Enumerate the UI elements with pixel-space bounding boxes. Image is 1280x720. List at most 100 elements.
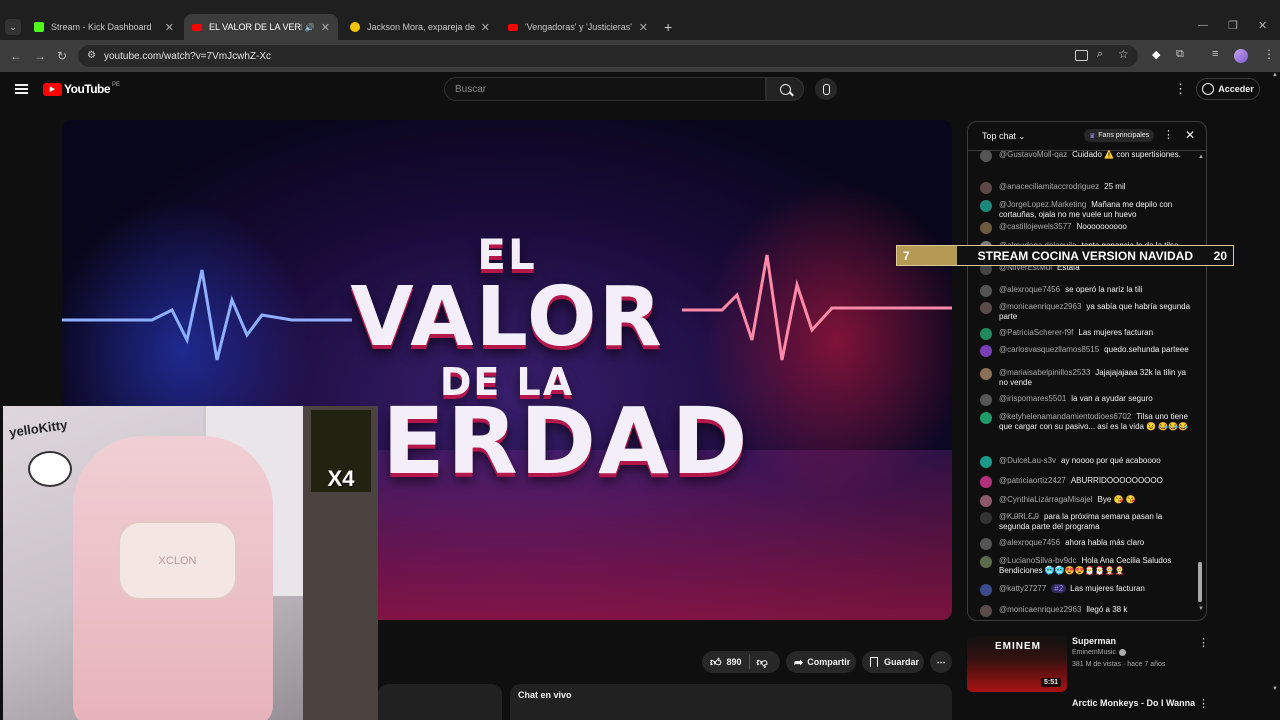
profile-avatar[interactable] bbox=[1234, 49, 1248, 63]
install-app-icon[interactable] bbox=[1075, 50, 1088, 61]
search-button[interactable] bbox=[766, 77, 804, 101]
chat-author[interactable]: @alexroque7456 bbox=[999, 285, 1060, 294]
reload-icon[interactable]: ↻ bbox=[57, 49, 67, 63]
speaker-icon[interactable]: 🔊 bbox=[305, 23, 315, 32]
tab-el-valor-de-la-verdad[interactable]: EL VALOR DE LA VERDAD D 🔊 ✕ bbox=[184, 14, 338, 40]
next-suggested-menu-icon[interactable]: ⋮ bbox=[1198, 697, 1209, 710]
chat-message[interactable]: @GustavoMoll-qaz Cuidado ⚠️ con supertisi… bbox=[980, 150, 1192, 162]
browser-menu-icon[interactable]: ⋮ bbox=[1263, 47, 1275, 61]
chat-message[interactable]: @monicaenriquez2963 llegó a 38 k bbox=[980, 605, 1192, 617]
chat-author[interactable]: @DulceLau-s3v bbox=[999, 456, 1056, 465]
new-tab-button[interactable]: + bbox=[664, 19, 672, 35]
chat-avatar[interactable] bbox=[980, 182, 992, 194]
close-icon[interactable]: ✕ bbox=[165, 21, 174, 34]
chat-author[interactable]: @anaceciliamitaccrodriguez bbox=[999, 182, 1099, 191]
chat-message[interactable]: @carlosvasquezllamos8515 quedo.sehunda pa… bbox=[980, 345, 1192, 357]
chat-avatar[interactable] bbox=[980, 476, 992, 488]
chat-avatar[interactable] bbox=[980, 328, 992, 340]
chat-author[interactable]: @castillojewels3577 bbox=[999, 222, 1072, 231]
suggested-video-thumbnail[interactable]: EMINEM 5:51 bbox=[967, 636, 1067, 692]
window-close-icon[interactable]: ✕ bbox=[1258, 19, 1267, 32]
chat-author[interactable]: @JorgeLopez.Marketing bbox=[999, 200, 1086, 209]
chat-avatar[interactable] bbox=[980, 394, 992, 406]
close-icon[interactable]: ✕ bbox=[321, 21, 330, 34]
sign-in-button[interactable]: Acceder bbox=[1196, 78, 1260, 100]
chat-avatar[interactable] bbox=[980, 495, 992, 507]
chat-message[interactable]: @JorgeLopez.Marketing Mañana me depilo co… bbox=[980, 200, 1192, 220]
chat-message[interactable]: @DulceLau-s3v ay noooo por qué acaboooo bbox=[980, 456, 1192, 468]
chat-author[interactable]: @alexroque7456 bbox=[999, 538, 1060, 547]
chat-author[interactable]: @monicaenriquez2963 bbox=[999, 605, 1081, 614]
chat-avatar[interactable] bbox=[980, 456, 992, 468]
chat-message[interactable]: @monicaenriquez2963 ya sabía que habría s… bbox=[980, 302, 1192, 322]
extensions-puzzle-icon[interactable]: ⧉ bbox=[1176, 48, 1184, 61]
search-input[interactable]: Buscar bbox=[444, 77, 766, 101]
thumbs-down-icon[interactable]: 👎︎ bbox=[757, 656, 768, 669]
chat-author[interactable]: @patriciaortiz2427 bbox=[999, 476, 1066, 485]
chat-mode-dropdown[interactable]: Top chat ⌄ bbox=[982, 131, 1025, 141]
more-options-icon[interactable]: ⋮ bbox=[1174, 81, 1187, 97]
chat-message[interactable]: @alexroque7456 se operó la nariz la tili bbox=[980, 285, 1192, 297]
share-button[interactable]: ➦ Compartir bbox=[786, 651, 856, 673]
tab-kick-dashboard[interactable]: Stream - Kick Dashboard ✕ bbox=[26, 14, 182, 40]
live-chat-replay-panel[interactable]: Chat en vivo bbox=[510, 684, 952, 720]
suggested-video-menu-icon[interactable]: ⋮ bbox=[1198, 636, 1209, 649]
zoom-icon[interactable]: ⌕ bbox=[1097, 48, 1103, 61]
chat-avatar[interactable] bbox=[980, 368, 992, 380]
chat-author[interactable]: @katty27277 bbox=[999, 584, 1046, 593]
hamburger-menu-icon[interactable] bbox=[15, 84, 28, 94]
chat-avatar[interactable] bbox=[980, 222, 992, 234]
chat-message[interactable]: @irispomares5501 la van a ayudar seguro bbox=[980, 394, 1192, 406]
forward-icon[interactable]: → bbox=[34, 49, 46, 63]
suggested-video-title[interactable]: Superman bbox=[1072, 636, 1116, 646]
chat-avatar[interactable] bbox=[980, 584, 992, 596]
chat-message[interactable]: @alexroque7456 ahora habla más claro bbox=[980, 538, 1192, 550]
chat-author[interactable]: @CynthiaLizárragaMisajel bbox=[999, 495, 1093, 504]
chat-author[interactable]: @carlosvasquezllamos8515 bbox=[999, 345, 1099, 354]
chat-author[interactable]: @GustavoMoll-qaz bbox=[999, 150, 1067, 159]
chat-author[interactable]: @ketyhelenamandamientodioes6702 bbox=[999, 412, 1131, 421]
chat-message[interactable]: @castillojewels3577 Noooooooooo bbox=[980, 222, 1192, 234]
chat-author[interactable]: @ᏦᎯᏒᏞᏋᎯ bbox=[999, 512, 1039, 521]
maximize-icon[interactable]: ❐ bbox=[1228, 19, 1238, 32]
chat-author[interactable]: @LucianoSilva-bv9dc bbox=[999, 556, 1077, 565]
chat-author[interactable]: @monicaenriquez2963 bbox=[999, 302, 1081, 311]
more-actions-button[interactable]: ⋯ bbox=[930, 651, 952, 673]
chat-avatar[interactable] bbox=[980, 512, 992, 524]
chat-avatar[interactable] bbox=[980, 412, 992, 424]
extension-icon[interactable]: ◆ bbox=[1152, 48, 1160, 61]
like-button[interactable]: 👍︎ 890 bbox=[710, 656, 742, 669]
next-suggested-title[interactable]: Arctic Monkeys - Do I Wanna bbox=[1072, 698, 1195, 708]
close-icon[interactable]: ✕ bbox=[481, 21, 490, 34]
chat-avatar[interactable] bbox=[980, 200, 992, 212]
chat-avatar[interactable] bbox=[980, 302, 992, 314]
chat-scrollbar[interactable]: ▲ ▼ bbox=[1198, 154, 1204, 614]
address-bar[interactable]: ⚙ youtube.com/watch?v=7VmJcwhZ-Xc bbox=[78, 45, 1138, 67]
chat-message[interactable]: @patriciaortiz2427 ABURRIDOOOOOOOOO bbox=[980, 476, 1192, 488]
chat-message[interactable]: @anaceciliamitaccrodriguez 25 mil bbox=[980, 182, 1192, 194]
chat-message[interactable]: @LucianoSilva-bv9dc Hola Ana Cecilia Salu… bbox=[980, 556, 1192, 576]
page-scrollbar[interactable]: ▲ ▼ bbox=[1270, 72, 1280, 720]
chat-avatar[interactable] bbox=[980, 285, 992, 297]
tab-vengadoras[interactable]: 'Vengadoras' y 'Justicieras' se c ✕ bbox=[500, 14, 656, 40]
chat-message[interactable]: @PatriciaScherer-f9f Las mujeres facturan bbox=[980, 328, 1192, 340]
chat-message[interactable]: @ᏦᎯᏒᏞᏋᎯ para la próxima semana pasan la s… bbox=[980, 512, 1192, 532]
suggested-channel-name[interactable]: EminemMusic bbox=[1072, 649, 1126, 656]
close-icon[interactable]: ✕ bbox=[639, 21, 648, 34]
chat-message[interactable]: @CynthiaLizárragaMisajel Bye 😘 😘 bbox=[980, 495, 1192, 507]
bookmark-star-icon[interactable]: ☆ bbox=[1118, 47, 1129, 61]
chat-message[interactable]: @mariaisabelpinillos2533 Jajajajajaaa 32k… bbox=[980, 368, 1192, 388]
youtube-logo[interactable]: ▶ YouTube PE bbox=[43, 82, 120, 96]
tab-jackson-mora[interactable]: Jackson Mora, expareja de Tilsa ✕ bbox=[342, 14, 498, 40]
minimize-icon[interactable]: — bbox=[1198, 20, 1208, 31]
chat-avatar[interactable] bbox=[980, 345, 992, 357]
chat-author[interactable]: @PatriciaScherer-f9f bbox=[999, 328, 1073, 337]
chat-avatar[interactable] bbox=[980, 556, 992, 568]
chat-avatar[interactable] bbox=[980, 150, 992, 162]
top-fans-button[interactable]: ♛ Fans principales bbox=[1084, 129, 1155, 142]
chat-message[interactable]: @katty27277 #2 Las mujeres facturan bbox=[980, 584, 1192, 596]
voice-search-button[interactable] bbox=[815, 78, 837, 100]
chat-avatar[interactable] bbox=[980, 605, 992, 617]
chat-author[interactable]: @mariaisabelpinillos2533 bbox=[999, 368, 1090, 377]
media-control-icon[interactable]: ≡ bbox=[1212, 48, 1218, 60]
